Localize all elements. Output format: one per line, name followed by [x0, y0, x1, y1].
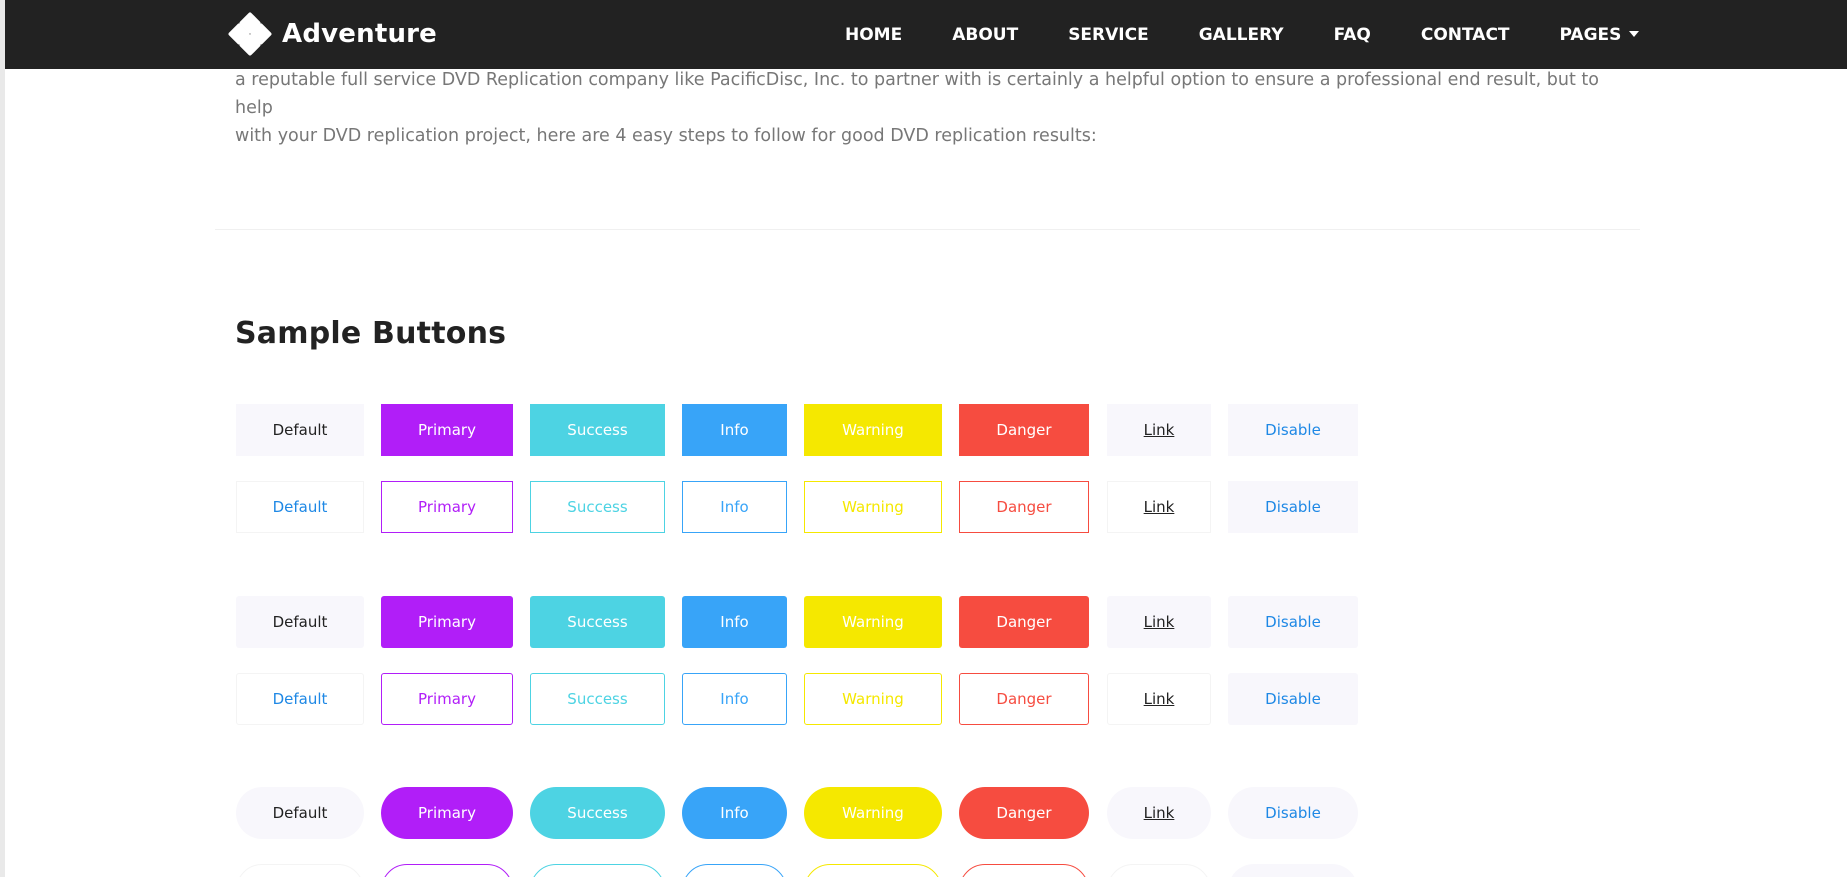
success-outline-pill-button[interactable]: [530, 864, 665, 877]
nav-contact[interactable]: CONTACT: [1421, 25, 1510, 45]
link-outline-pill-button[interactable]: [1107, 864, 1211, 877]
link-outline-rounded-button[interactable]: Link: [1107, 673, 1211, 725]
link-rounded-button[interactable]: Link: [1107, 596, 1211, 648]
nav-pages-dropdown[interactable]: PAGES: [1560, 25, 1640, 45]
link-pill-button[interactable]: Link: [1107, 787, 1211, 839]
caret-down-icon: [1629, 30, 1640, 37]
success-outline-rounded-button[interactable]: Success: [530, 673, 665, 725]
default-button[interactable]: Default: [236, 404, 364, 456]
warning-button[interactable]: Warning: [804, 404, 942, 456]
disable-rounded-button[interactable]: Disable: [1228, 596, 1358, 648]
default-rounded-button[interactable]: Default: [236, 596, 364, 648]
button-row-solid-pill: Default Primary Success Info Warning Dan…: [236, 787, 1358, 839]
primary-pill-button[interactable]: Primary: [381, 787, 513, 839]
warning-pill-button[interactable]: Warning: [804, 787, 942, 839]
success-button[interactable]: Success: [530, 404, 665, 456]
brand-name: Adventure: [282, 19, 438, 49]
nav-pages-label: PAGES: [1559, 24, 1622, 45]
nav-about[interactable]: ABOUT: [952, 25, 1018, 45]
primary-outline-rounded-button[interactable]: Primary: [381, 673, 513, 725]
disable-outline-rounded-button[interactable]: Disable: [1228, 673, 1358, 725]
disable-button[interactable]: Disable: [1228, 404, 1358, 456]
default-pill-button[interactable]: Default: [236, 787, 364, 839]
button-row-outline-pill: [236, 864, 1358, 877]
danger-pill-button[interactable]: Danger: [959, 787, 1089, 839]
diamond-logo-icon: [227, 11, 273, 57]
info-button[interactable]: Info: [682, 404, 787, 456]
section-title: Sample Buttons: [235, 316, 507, 351]
link-button[interactable]: Link: [1107, 404, 1211, 456]
info-rounded-button[interactable]: Info: [682, 596, 787, 648]
info-outline-pill-button[interactable]: [682, 864, 787, 877]
danger-outline-pill-button[interactable]: [959, 864, 1089, 877]
primary-rounded-button[interactable]: Primary: [381, 596, 513, 648]
nav-home[interactable]: HOME: [845, 25, 902, 45]
success-outline-button[interactable]: Success: [530, 481, 665, 533]
button-row-outline: Default Primary Success Info Warning Dan…: [236, 481, 1358, 533]
warning-rounded-button[interactable]: Warning: [804, 596, 942, 648]
info-outline-button[interactable]: Info: [682, 481, 787, 533]
default-outline-rounded-button[interactable]: Default: [236, 673, 364, 725]
warning-outline-pill-button[interactable]: [804, 864, 942, 877]
primary-button[interactable]: Primary: [381, 404, 513, 456]
button-row-outline-rounded: Default Primary Success Info Warning Dan…: [236, 673, 1358, 725]
brand[interactable]: Adventure: [227, 11, 438, 57]
danger-rounded-button[interactable]: Danger: [959, 596, 1089, 648]
warning-outline-button[interactable]: Warning: [804, 481, 942, 533]
nav-faq[interactable]: FAQ: [1334, 25, 1371, 45]
disable-outline-button[interactable]: Disable: [1228, 481, 1358, 533]
button-row-solid-rounded: Default Primary Success Info Warning Dan…: [236, 596, 1358, 648]
page: Adventure HOME ABOUT SERVICE GALLERY FAQ…: [0, 0, 1847, 877]
success-pill-button[interactable]: Success: [530, 787, 665, 839]
primary-outline-pill-button[interactable]: [381, 864, 513, 877]
default-outline-button[interactable]: Default: [236, 481, 364, 533]
danger-outline-button[interactable]: Danger: [959, 481, 1089, 533]
success-rounded-button[interactable]: Success: [530, 596, 665, 648]
intro-line-2: with your DVD replication project, here …: [235, 126, 1097, 146]
danger-outline-rounded-button[interactable]: Danger: [959, 673, 1089, 725]
nav-gallery[interactable]: GALLERY: [1199, 25, 1284, 45]
default-outline-pill-button[interactable]: [236, 864, 364, 877]
disable-pill-button[interactable]: Disable: [1228, 787, 1358, 839]
disable-outline-pill-button[interactable]: [1228, 864, 1358, 877]
danger-button[interactable]: Danger: [959, 404, 1089, 456]
button-row-solid: Default Primary Success Info Warning Dan…: [236, 404, 1358, 456]
primary-outline-button[interactable]: Primary: [381, 481, 513, 533]
nav-service[interactable]: SERVICE: [1068, 25, 1149, 45]
info-pill-button[interactable]: Info: [682, 787, 787, 839]
info-outline-rounded-button[interactable]: Info: [682, 673, 787, 725]
link-outline-button[interactable]: Link: [1107, 481, 1211, 533]
main-nav: HOME ABOUT SERVICE GALLERY FAQ CONTACT P…: [845, 0, 1640, 69]
intro-paragraph: a reputable full service DVD Replication…: [235, 66, 1615, 150]
warning-outline-rounded-button[interactable]: Warning: [804, 673, 942, 725]
intro-line-1: a reputable full service DVD Replication…: [235, 70, 1599, 118]
navbar: Adventure HOME ABOUT SERVICE GALLERY FAQ…: [5, 0, 1847, 69]
section-divider: [215, 229, 1640, 230]
